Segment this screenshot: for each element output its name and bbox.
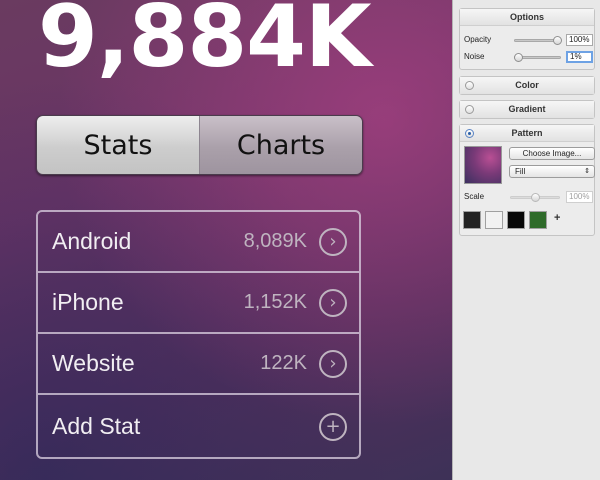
- add-swatch-button[interactable]: +: [554, 212, 560, 224]
- list-item-value: 8,089K: [243, 230, 307, 252]
- gradient-title: Gradient: [508, 104, 546, 114]
- chevron-right-icon[interactable]: ›: [319, 227, 347, 256]
- chevron-right-icon[interactable]: ›: [319, 349, 347, 378]
- list-item-label: Add Stat: [52, 413, 141, 439]
- color-header[interactable]: Color: [460, 77, 594, 94]
- choose-image-button[interactable]: Choose Image...: [509, 147, 595, 160]
- list-item-label: Website: [52, 350, 135, 376]
- fill-mode-select[interactable]: Fill ⇕: [509, 165, 595, 178]
- color-radio[interactable]: [465, 81, 474, 90]
- opacity-slider[interactable]: [514, 36, 562, 45]
- gradient-radio[interactable]: [465, 105, 474, 114]
- plus-icon[interactable]: +: [319, 412, 347, 441]
- gradient-header[interactable]: Gradient: [460, 101, 594, 118]
- list-item-label: iPhone: [52, 289, 124, 315]
- stats-charts-segmented-control: Stats Charts: [36, 115, 363, 175]
- noise-slider-knob[interactable]: [514, 53, 523, 62]
- stats-list: Android 8,089K › iPhone 1,152K › Website…: [36, 210, 361, 459]
- opacity-field[interactable]: 100%: [566, 34, 593, 46]
- list-item-website[interactable]: Website 122K ›: [38, 334, 359, 395]
- list-item-add-stat[interactable]: Add Stat +: [38, 395, 359, 457]
- app-canvas: 9,884K Stats Charts Android 8,089K › iPh…: [0, 0, 452, 480]
- noise-row: Noise 1%: [460, 48, 594, 65]
- swatch-dark[interactable]: [463, 211, 481, 229]
- noise-slider[interactable]: [514, 53, 561, 62]
- pattern-thumbnail: [464, 146, 502, 184]
- list-item-iphone[interactable]: iPhone 1,152K ›: [38, 273, 359, 334]
- pattern-swatches: +: [463, 211, 593, 231]
- gradient-section[interactable]: Gradient: [459, 100, 595, 119]
- scale-row: Scale 100%: [460, 188, 596, 205]
- list-item-value: 122K: [260, 352, 307, 374]
- noise-label: Noise: [464, 52, 485, 61]
- list-item-android[interactable]: Android 8,089K ›: [38, 212, 359, 273]
- pattern-radio[interactable]: [465, 129, 474, 138]
- scale-slider[interactable]: [510, 193, 560, 202]
- segment-stats[interactable]: Stats: [37, 116, 200, 174]
- scale-label: Scale: [464, 192, 485, 201]
- pattern-title: Pattern: [511, 128, 543, 138]
- color-title: Color: [515, 80, 539, 90]
- scale-field[interactable]: 100%: [566, 191, 593, 203]
- pattern-section: Pattern Choose Image... Fill ⇕ Scale 100…: [459, 124, 595, 236]
- updown-arrows-icon: ⇕: [584, 168, 590, 175]
- options-section: Options Opacity 100% Noise 1%: [459, 8, 595, 70]
- swatch-black[interactable]: [507, 211, 525, 229]
- swatch-green[interactable]: [529, 211, 547, 229]
- total-count: 9,884K: [38, 0, 372, 87]
- segment-charts[interactable]: Charts: [200, 116, 362, 174]
- options-header: Options: [460, 9, 594, 26]
- fill-mode-value: Fill: [515, 167, 526, 176]
- scale-slider-knob[interactable]: [531, 193, 540, 202]
- pattern-header[interactable]: Pattern: [460, 125, 594, 142]
- inspector-panel: Options Opacity 100% Noise 1% Color Grad…: [452, 0, 600, 480]
- list-item-value: 1,152K: [243, 291, 307, 313]
- chevron-right-icon[interactable]: ›: [319, 288, 347, 317]
- swatch-light[interactable]: [485, 211, 503, 229]
- opacity-slider-knob[interactable]: [553, 36, 562, 45]
- noise-field[interactable]: 1%: [566, 51, 593, 63]
- opacity-label: Opacity: [464, 35, 492, 44]
- color-section[interactable]: Color: [459, 76, 595, 95]
- list-item-label: Android: [52, 228, 132, 254]
- opacity-row: Opacity 100%: [460, 31, 594, 48]
